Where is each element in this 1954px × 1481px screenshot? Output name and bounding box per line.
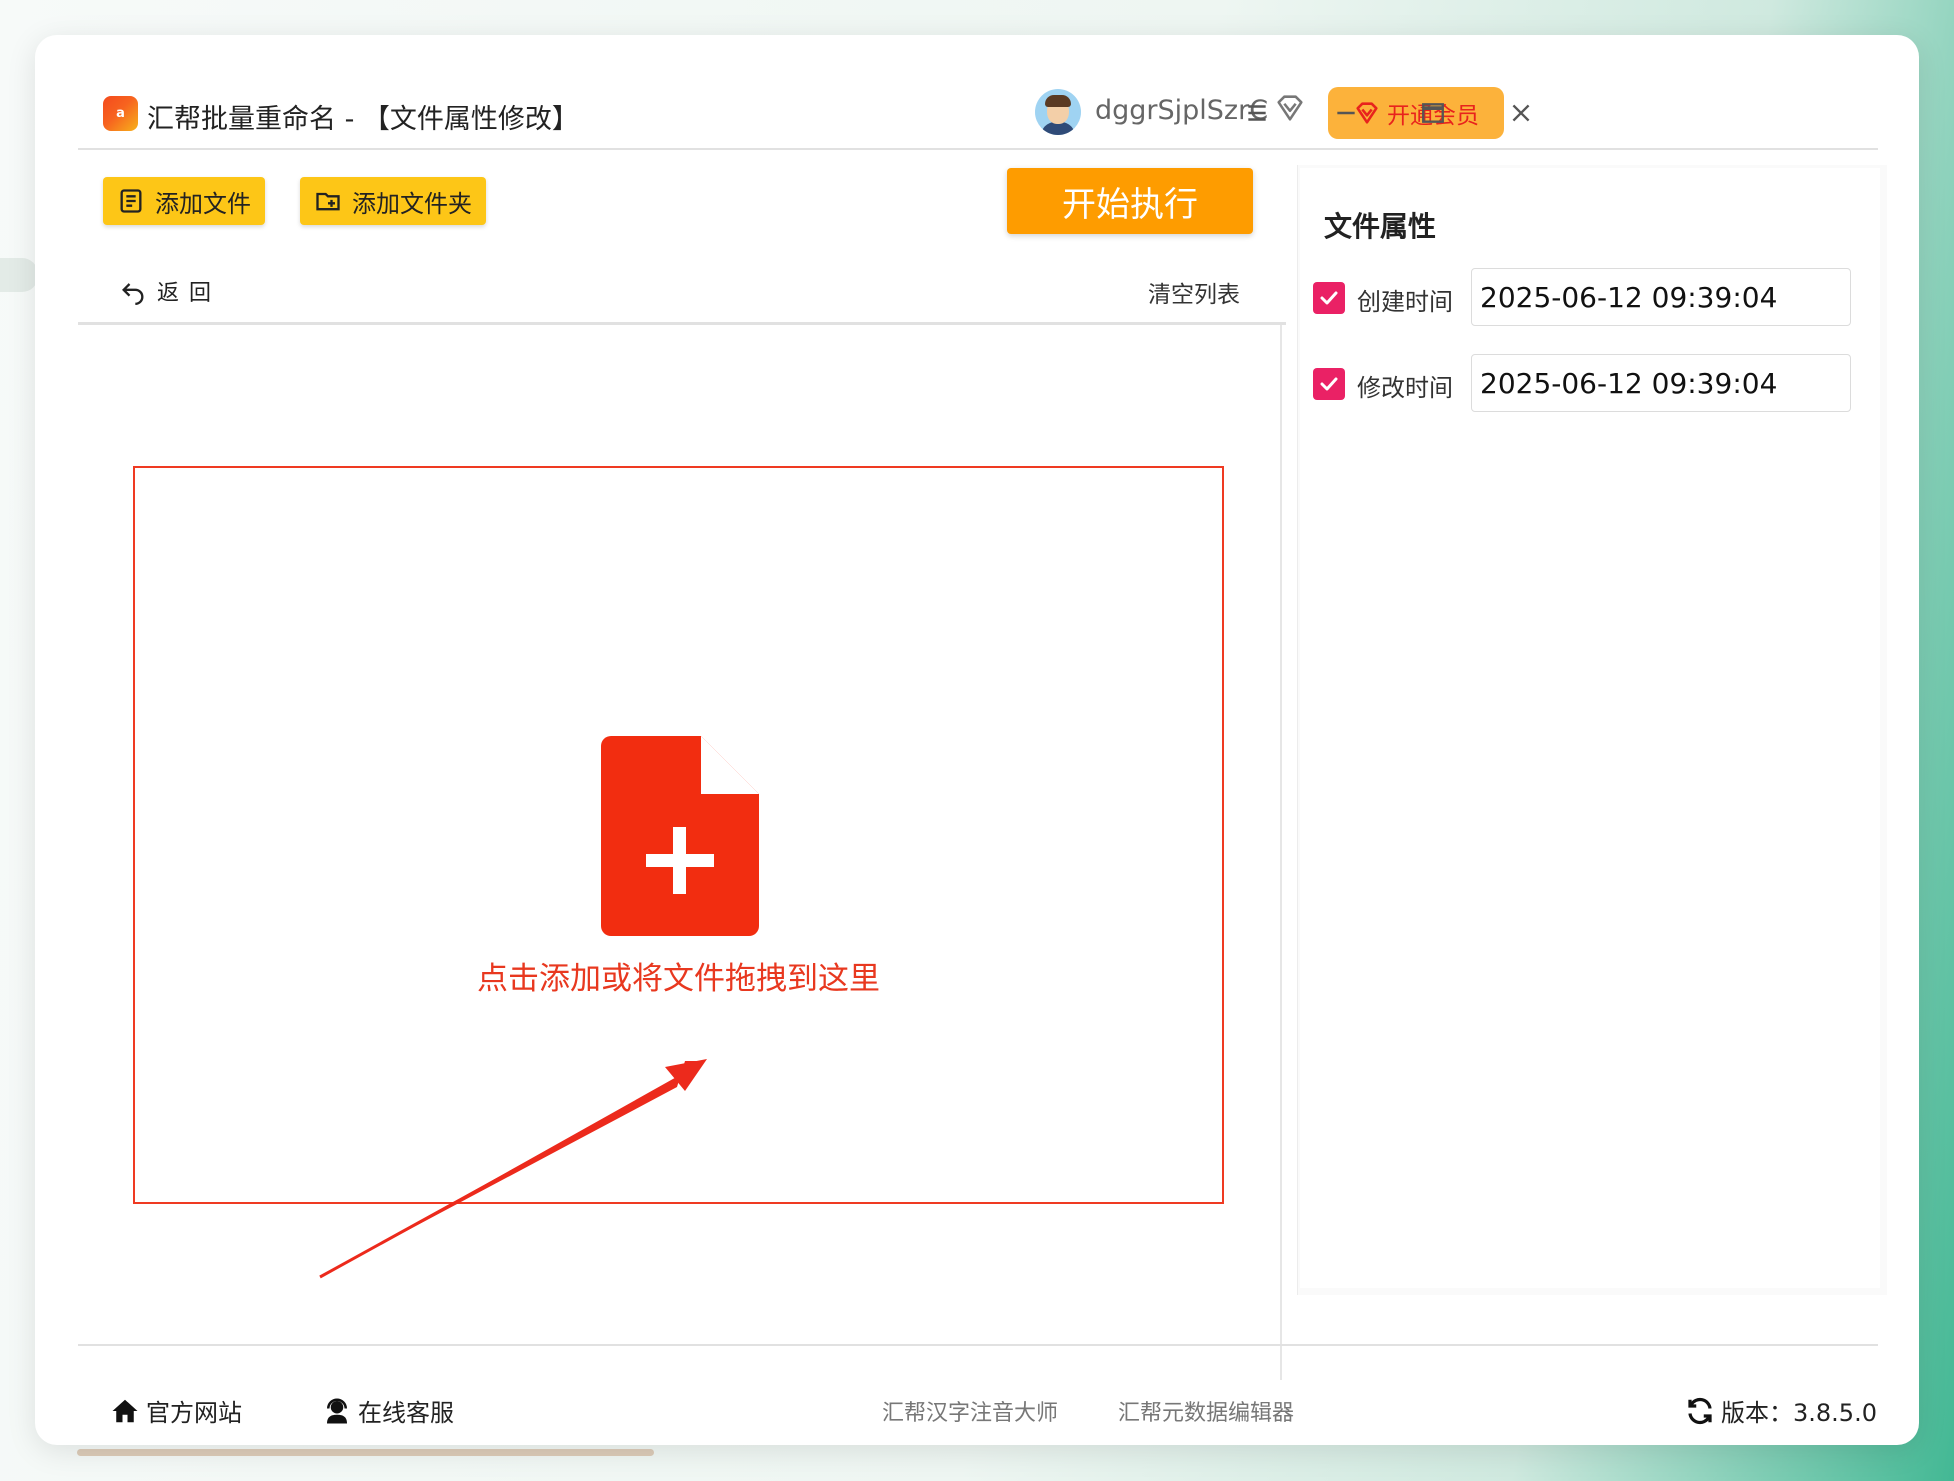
undo-arrow-icon (122, 283, 144, 305)
properties-card (1300, 168, 1880, 1288)
created-time-label: 创建时间 (1357, 288, 1453, 316)
online-support-link[interactable]: 在线客服 (322, 1393, 454, 1428)
menu-button[interactable] (1237, 95, 1277, 131)
file-add-icon (601, 736, 759, 936)
footer-app-link-pinyin[interactable]: 汇帮汉字注音大师 (882, 1395, 1058, 1427)
headset-user-icon (327, 1398, 347, 1423)
list-divider (78, 322, 1286, 325)
clear-list-button[interactable]: 清空列表 (1148, 275, 1240, 309)
taskbar-hint (77, 1449, 654, 1456)
created-time-input[interactable] (1471, 268, 1851, 326)
close-icon (1512, 104, 1530, 122)
modified-time-label: 修改时间 (1357, 374, 1453, 402)
panel-title: 文件属性 (1324, 210, 1437, 243)
modified-time-checkbox[interactable] (1313, 368, 1345, 400)
maximize-icon (1422, 103, 1444, 123)
created-time-checkbox[interactable] (1313, 282, 1345, 314)
drop-hint-text: 点击添加或将文件拖拽到这里 (477, 961, 880, 997)
start-execute-button[interactable]: 开始执行 (1007, 168, 1253, 234)
version-info[interactable]: 版本：3.8.5.0 (1685, 1393, 1877, 1428)
app-logo-icon: a (103, 96, 138, 131)
refresh-icon (1688, 1397, 1712, 1424)
user-avatar[interactable] (1035, 89, 1081, 135)
title-bar: a 汇帮批量重命名 - 【文件属性修改】 dggrSjplSzrC 开通会员 (35, 35, 1919, 147)
diamond-icon (1277, 95, 1303, 121)
add-file-button[interactable]: 添加文件 (103, 177, 265, 225)
minimize-button[interactable] (1326, 95, 1366, 131)
app-window: a 汇帮批量重命名 - 【文件属性修改】 dggrSjplSzrC 开通会员 添… (35, 35, 1919, 1445)
minimize-icon (1337, 111, 1355, 115)
window-title: 汇帮批量重命名 - 【文件属性修改】 (147, 104, 579, 135)
desktop-edge (0, 258, 38, 292)
hamburger-icon (1248, 105, 1266, 121)
close-button[interactable] (1501, 95, 1541, 131)
file-list-icon (120, 189, 142, 213)
add-folder-button[interactable]: 添加文件夹 (300, 177, 486, 225)
modified-time-input[interactable] (1471, 354, 1851, 412)
check-icon (1320, 291, 1338, 305)
check-icon (1320, 377, 1338, 391)
maximize-button[interactable] (1413, 95, 1453, 131)
folder-add-icon (316, 192, 340, 211)
panel-divider (1280, 325, 1282, 1380)
pointer-arrow-icon (319, 1059, 707, 1279)
official-website-link[interactable]: 官方网站 (110, 1393, 242, 1428)
back-button[interactable]: 返回 (119, 275, 221, 307)
title-divider (78, 148, 1878, 150)
footer-app-link-metadata[interactable]: 汇帮元数据编辑器 (1118, 1395, 1294, 1427)
footer-divider (78, 1344, 1878, 1346)
home-icon (112, 1399, 138, 1422)
